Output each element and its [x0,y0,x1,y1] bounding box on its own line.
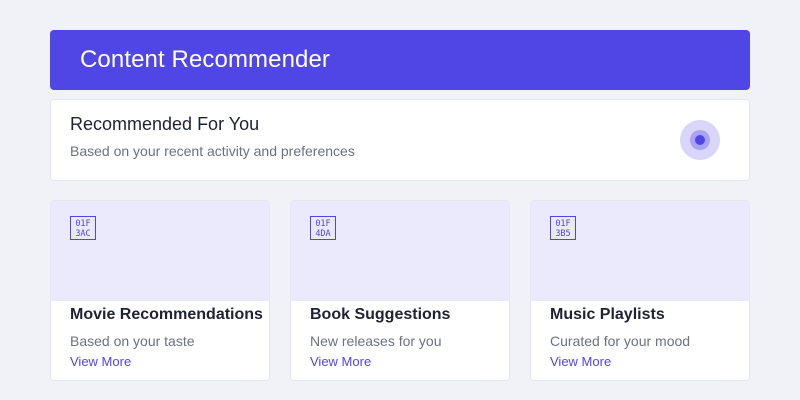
indicator-ring [690,130,710,150]
indicator-dot [695,135,705,145]
card-thumbnail: 01F 4DA [291,201,509,301]
card-music-playlists[interactable]: 01F 3B5 Music Playlists Curated for your… [530,200,750,381]
card-description: Curated for your mood [550,333,691,349]
app-header: Content Recommender [50,30,750,90]
music-note-icon: 01F 3B5 [550,216,576,240]
recommended-title: Recommended For You [70,114,260,134]
view-more-link[interactable]: View More [550,354,611,369]
radio-indicator-icon[interactable] [680,120,720,160]
card-book-suggestions[interactable]: 01F 4DA Book Suggestions New releases fo… [290,200,510,381]
card-title: Music Playlists [550,306,665,323]
svg-text:4DA: 4DA [315,229,330,239]
view-more-link[interactable]: View More [310,354,371,369]
card-thumbnail: 01F 3B5 [531,201,749,301]
card-title: Movie Recommendations [70,306,263,323]
card-description: Based on your taste [70,333,195,349]
card-description: New releases for you [310,333,442,349]
svg-text:01F: 01F [75,219,90,229]
svg-text:3B5: 3B5 [555,229,570,239]
svg-text:01F: 01F [315,219,330,229]
svg-text:01F: 01F [555,219,570,229]
books-icon: 01F 4DA [310,216,336,240]
view-more-link[interactable]: View More [70,354,131,369]
recommended-subtitle: Based on your recent activity and prefer… [70,143,355,159]
card-thumbnail: 01F 3AC [51,201,269,301]
card-title: Book Suggestions [310,306,451,323]
recommended-banner: Recommended For You Based on your recent… [50,99,750,181]
card-movie-recommendations[interactable]: 01F 3AC Movie Recommendations Based on y… [50,200,270,381]
app-title: Content Recommender [80,46,331,73]
film-clapper-icon: 01F 3AC [70,216,96,240]
svg-text:3AC: 3AC [75,229,90,239]
app-root: Content Recommender Recommended For You … [0,0,800,400]
